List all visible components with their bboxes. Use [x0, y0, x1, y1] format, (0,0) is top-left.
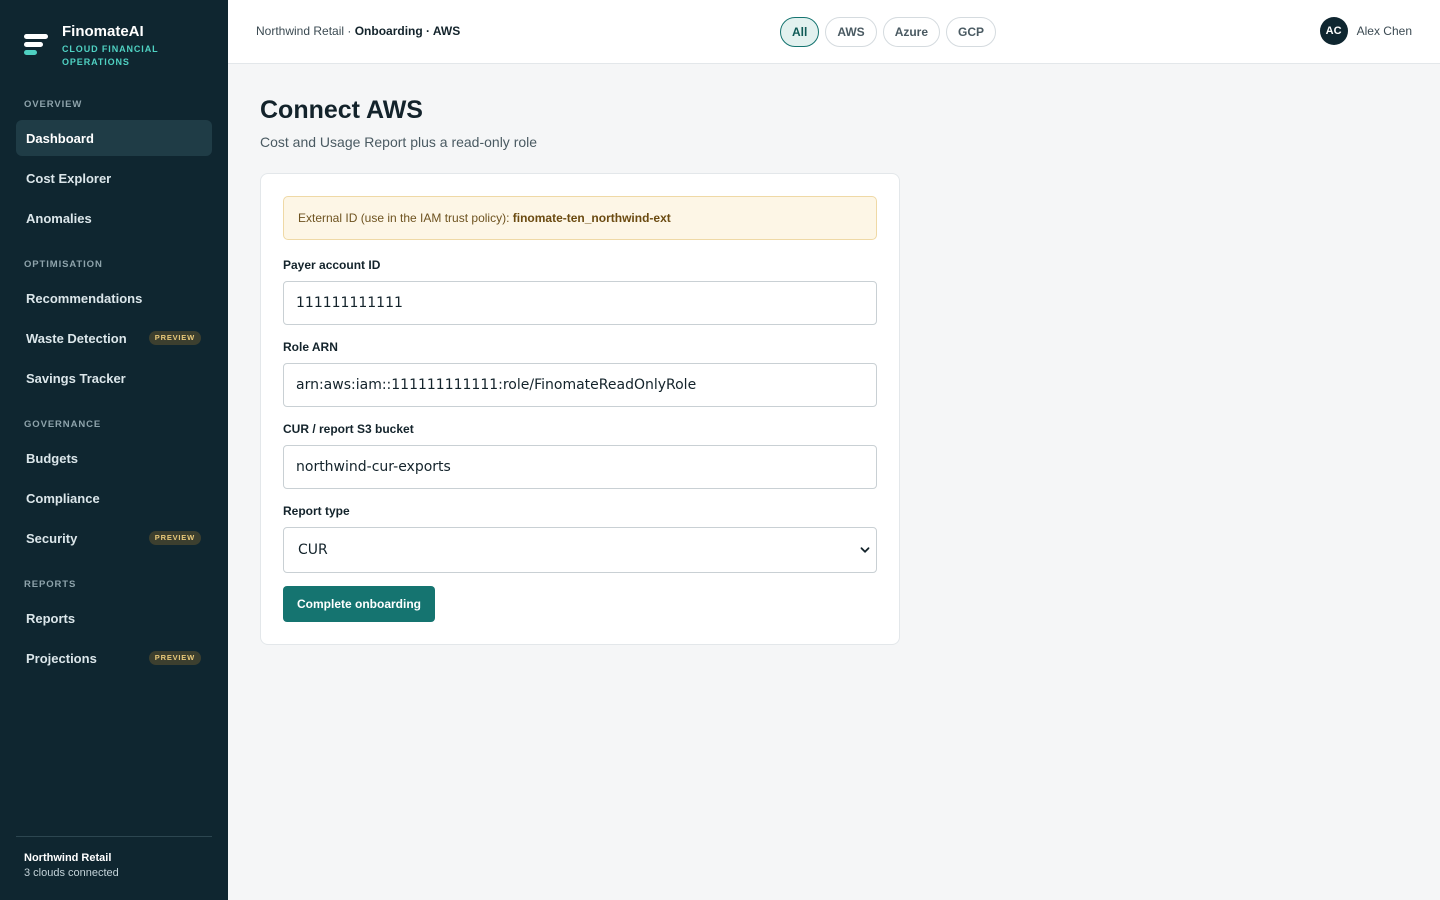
nav-section-reports: REPORTS: [24, 579, 77, 590]
filter-aws[interactable]: AWS: [825, 17, 877, 47]
org-name: Northwind Retail: [24, 852, 112, 864]
notice-text: External ID (use in the IAM trust policy…: [298, 211, 513, 225]
sidebar-item-anomalies[interactable]: Anomalies: [16, 200, 212, 236]
breadcrumb-separator: ·: [344, 24, 355, 38]
sidebar-item-waste-detection[interactable]: Waste Detection PREVIEW: [16, 320, 212, 356]
role-arn-label: Role ARN: [283, 340, 338, 354]
brand-subtitle: CLOUD FINANCIAL OPERATIONS: [62, 44, 159, 67]
sidebar-item-label: Anomalies: [26, 210, 92, 226]
sidebar-item-label: Waste Detection: [26, 330, 127, 346]
sidebar-item-security[interactable]: Security PREVIEW: [16, 520, 212, 556]
sidebar-item-compliance[interactable]: Compliance: [16, 480, 212, 516]
sidebar-item-label: Security: [26, 530, 78, 546]
role-arn-input[interactable]: [283, 363, 877, 407]
page-title: Connect AWS: [260, 96, 423, 124]
nav-section-overview: OVERVIEW: [24, 99, 83, 110]
sidebar-item-label: Projections: [26, 650, 97, 666]
nav-section-optimisation: OPTIMISATION: [24, 259, 103, 270]
logo-icon: [24, 34, 50, 62]
sidebar-item-savings-tracker[interactable]: Savings Tracker: [16, 360, 212, 396]
sidebar: FinomateAI CLOUD FINANCIAL OPERATIONS OV…: [0, 0, 228, 900]
chevron-down-icon: [860, 547, 870, 553]
filter-gcp[interactable]: GCP: [946, 17, 997, 47]
payer-account-input[interactable]: [283, 281, 877, 325]
breadcrumb-current: Onboarding · AWS: [354, 24, 461, 38]
nav-section-governance: GOVERNANCE: [24, 419, 102, 430]
filter-all[interactable]: All: [780, 17, 820, 47]
filter-azure[interactable]: Azure: [882, 17, 941, 47]
s3-bucket-label: CUR / report S3 bucket: [283, 422, 414, 436]
breadcrumb-org[interactable]: Northwind Retail: [256, 24, 344, 38]
sidebar-item-label: Budgets: [26, 450, 78, 466]
sidebar-item-reports[interactable]: Reports: [16, 600, 212, 636]
breadcrumb: Northwind Retail · Onboarding · AWS: [256, 24, 460, 38]
report-type-value: CUR: [298, 542, 328, 558]
avatar: AC: [1319, 17, 1348, 45]
external-id-notice: External ID (use in the IAM trust policy…: [283, 196, 877, 240]
sidebar-item-projections[interactable]: Projections PREVIEW: [16, 640, 212, 676]
sidebar-item-label: Recommendations: [26, 290, 143, 306]
brand-name: FinomateAI: [62, 23, 144, 40]
preview-badge: PREVIEW: [148, 651, 201, 665]
cloud-filter: All AWS Azure GCP: [780, 17, 1002, 47]
preview-badge: PREVIEW: [148, 331, 201, 345]
external-id-value: finomate-ten_northwind-ext: [512, 211, 671, 225]
sidebar-item-label: Savings Tracker: [26, 370, 126, 386]
sidebar-item-dashboard[interactable]: Dashboard: [16, 120, 212, 156]
sidebar-item-label: Compliance: [26, 490, 100, 506]
org-switcher[interactable]: Northwind Retail 3 clouds connected: [16, 836, 212, 900]
sidebar-item-cost-explorer[interactable]: Cost Explorer: [16, 160, 212, 196]
preview-badge: PREVIEW: [148, 531, 201, 545]
brand: FinomateAI CLOUD FINANCIAL OPERATIONS: [24, 22, 162, 69]
report-type-select[interactable]: CUR: [283, 527, 877, 573]
onboarding-form: External ID (use in the IAM trust policy…: [260, 173, 900, 645]
complete-onboarding-button[interactable]: Complete onboarding: [283, 586, 435, 622]
sidebar-item-budgets[interactable]: Budgets: [16, 440, 212, 476]
s3-bucket-input[interactable]: [283, 445, 877, 489]
sidebar-item-label: Dashboard: [26, 130, 94, 146]
user-name: Alex Chen: [1356, 24, 1412, 38]
report-type-label: Report type: [283, 504, 350, 518]
org-status: 3 clouds connected: [24, 867, 119, 879]
top-bar: Northwind Retail · Onboarding · AWS All …: [228, 0, 1440, 64]
user-menu[interactable]: AC Alex Chen: [1319, 17, 1412, 45]
page-subtitle: Cost and Usage Report plus a read-only r…: [260, 134, 538, 150]
sidebar-item-label: Cost Explorer: [26, 170, 112, 186]
sidebar-item-label: Reports: [26, 610, 76, 626]
payer-account-label: Payer account ID: [283, 258, 381, 272]
sidebar-item-recommendations[interactable]: Recommendations: [16, 280, 212, 316]
